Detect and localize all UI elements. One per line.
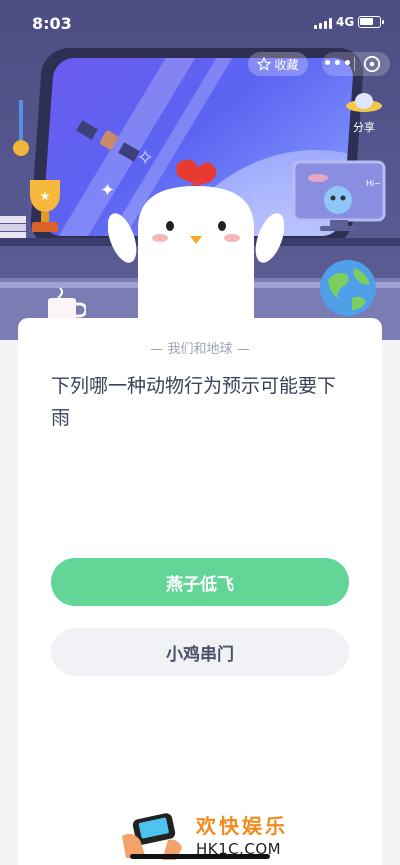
svg-text:★: ★ xyxy=(40,189,51,203)
globe-icon xyxy=(320,260,376,316)
home-indicator xyxy=(130,854,270,859)
hero-scene: ✦ ✧ ★ Hi~ 8:03 4G 收藏 ••• 分享 xyxy=(0,0,400,340)
menu-capsule: ••• xyxy=(322,52,390,76)
quiz-question: 下列哪一种动物行为预示可能要下雨 xyxy=(51,375,337,429)
answer-option-a[interactable]: 燕子低飞 xyxy=(51,558,349,606)
quiz-card: — 我们和地球 — 下列哪一种动物行为预示可能要下雨 燕子低飞 小鸡串门 xyxy=(18,318,382,865)
favorite-button[interactable]: 收藏 xyxy=(248,52,308,76)
monitor-screen-text: Hi~ xyxy=(366,179,381,188)
chicken-mascot xyxy=(108,159,284,340)
status-bar: 8:03 4G xyxy=(0,0,400,46)
more-dots-icon[interactable]: ••• xyxy=(322,56,354,72)
watermark-title: 欢快娱乐 xyxy=(196,814,288,838)
signal-icon xyxy=(314,18,332,29)
status-time: 8:03 xyxy=(32,14,72,33)
medal-icon xyxy=(13,100,29,156)
trophy-icon: ★ xyxy=(30,180,60,232)
network-type: 4G xyxy=(336,15,355,29)
ufo-share-icon xyxy=(346,93,382,112)
close-circle-icon[interactable] xyxy=(355,55,389,73)
favorite-label: 收藏 xyxy=(274,57,299,72)
satellite-icon xyxy=(76,120,140,162)
share-button[interactable]: 分享 xyxy=(340,92,388,135)
battery-icon xyxy=(358,16,384,28)
monitor-icon: Hi~ xyxy=(292,160,386,231)
quiz-category: — 我们和地球 — xyxy=(150,342,250,357)
share-label: 分享 xyxy=(353,121,375,134)
star-outline-icon xyxy=(257,57,272,71)
answer-option-b[interactable]: 小鸡串门 xyxy=(51,628,349,676)
